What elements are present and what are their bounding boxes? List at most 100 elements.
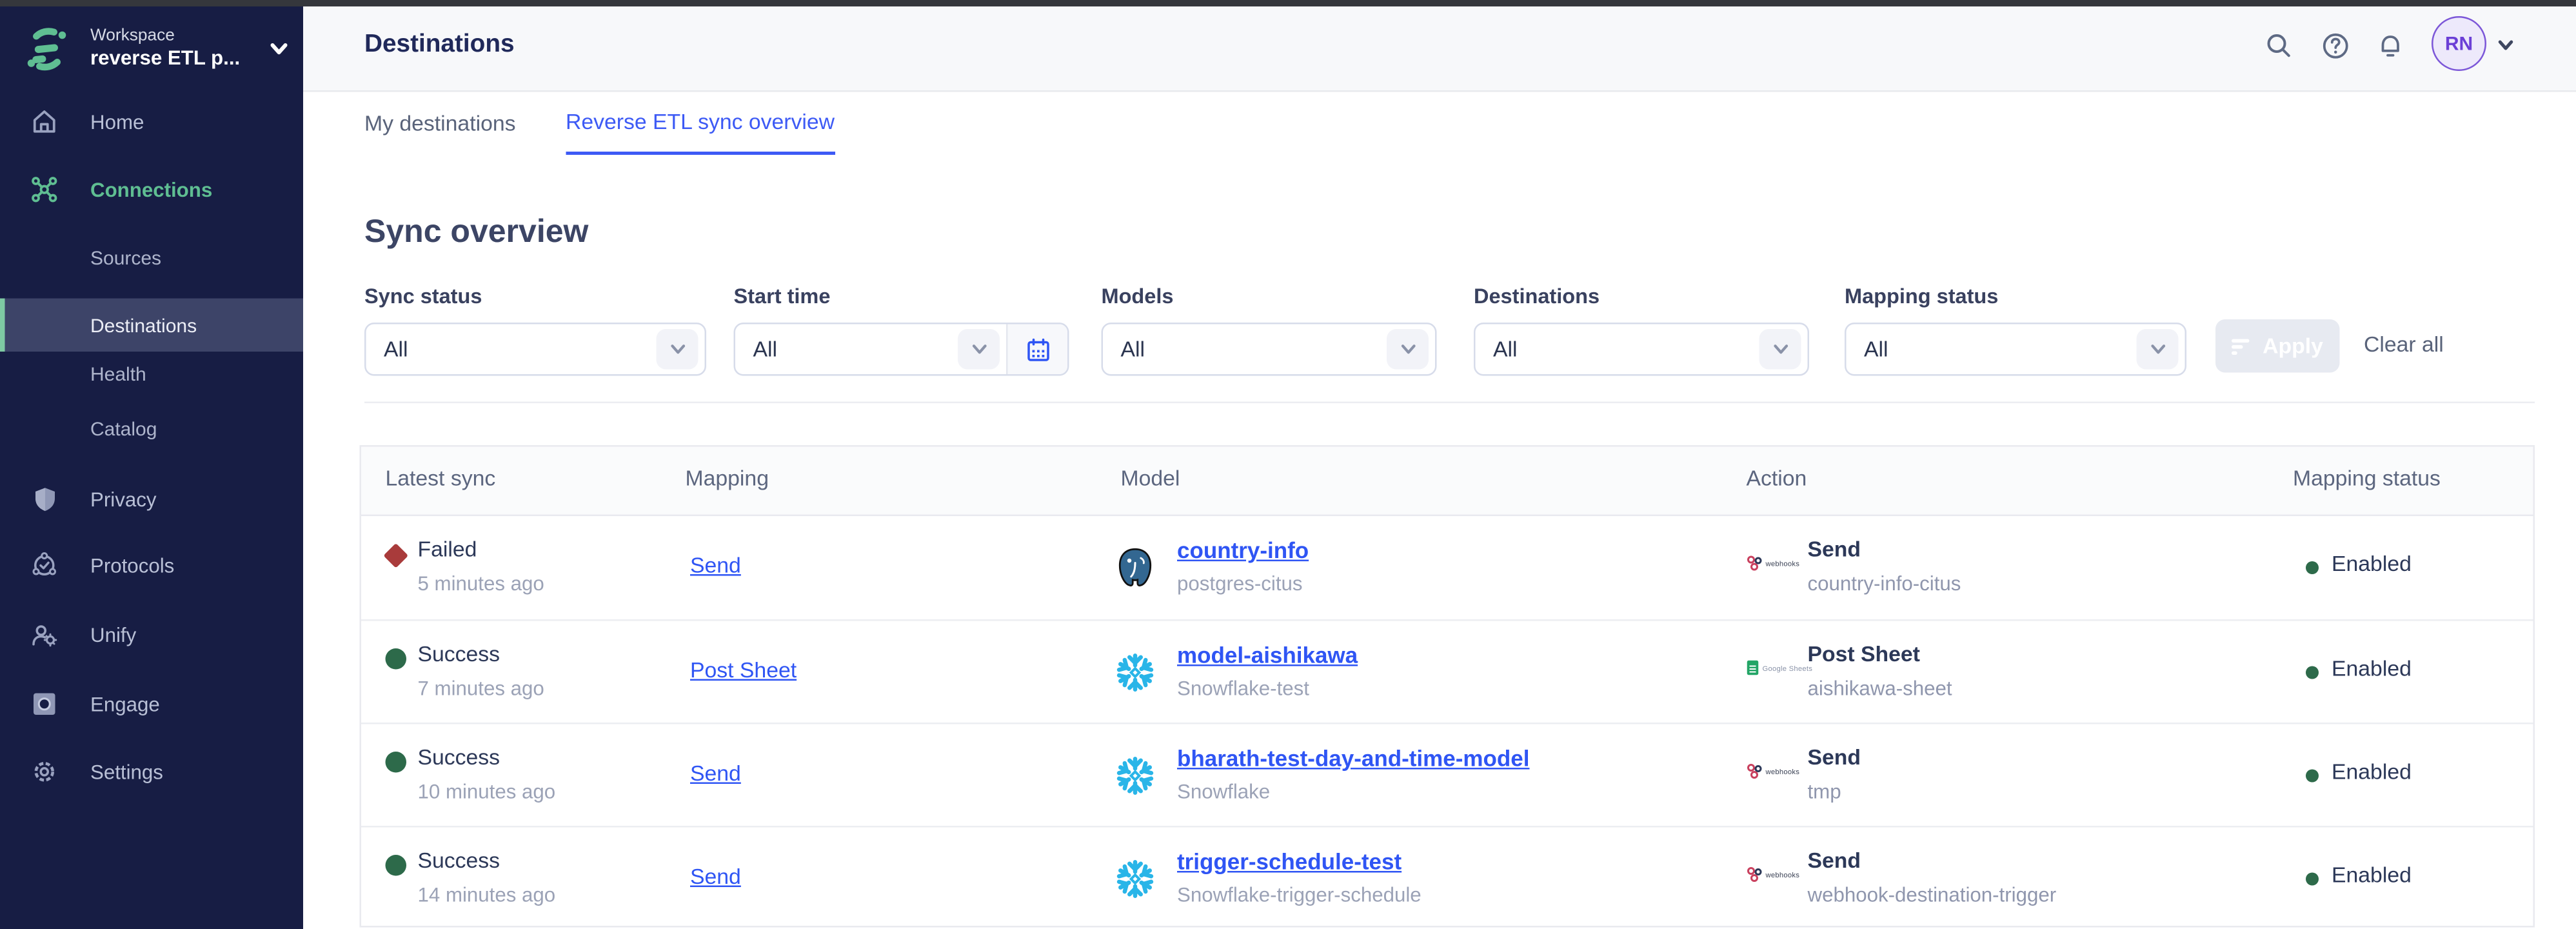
models-select[interactable]: All	[1102, 323, 1437, 376]
chevron-down-icon[interactable]	[2496, 35, 2515, 55]
mapping-link[interactable]: Send	[690, 554, 741, 578]
filter-models: Models All	[1102, 284, 1437, 376]
sidebar: Workspace reverse ETL p... Home	[0, 0, 303, 929]
sidebar-item-label: Privacy	[90, 488, 156, 510]
action-name: Post Sheet	[1808, 642, 1920, 666]
help-icon[interactable]	[2321, 31, 2352, 62]
enabled-dot-icon	[2306, 666, 2319, 679]
action-icon-caption: webhooks	[1766, 559, 1800, 567]
destinations-select[interactable]: All	[1474, 323, 1809, 376]
chevron-down-icon	[657, 329, 698, 370]
mapping-status-select[interactable]: All	[1845, 323, 2186, 376]
model-link[interactable]: country-info	[1177, 537, 1309, 563]
sidebar-item-privacy[interactable]: Privacy	[0, 473, 303, 526]
chevron-down-icon	[1387, 329, 1429, 370]
tab-reverse-etl-sync-overview[interactable]: Reverse ETL sync overview	[566, 92, 835, 155]
google-sheets-icon: Google Sheets	[1747, 660, 1813, 676]
unify-icon	[31, 621, 59, 649]
sidebar-item-label: Catalog	[90, 417, 157, 439]
search-icon[interactable]	[2264, 31, 2295, 62]
avatar-initials: RN	[2445, 32, 2473, 55]
sidebar-item-unify[interactable]: Unify	[0, 608, 303, 662]
chevron-down-icon	[268, 37, 290, 60]
snowflake-icon	[1115, 858, 1156, 900]
tab-bar: My destinations Reverse ETL sync overvie…	[364, 92, 835, 155]
calendar-icon	[1025, 336, 1051, 362]
snowflake-icon	[1115, 755, 1156, 797]
filter-label: Start time	[734, 284, 1069, 308]
sync-status: Success	[418, 848, 500, 873]
sidebar-item-destinations[interactable]: Destinations	[0, 299, 303, 352]
sidebar-item-connections[interactable]: Connections	[0, 163, 303, 217]
workspace-label: Workspace	[90, 26, 264, 47]
sidebar-item-engage[interactable]: Engage	[0, 677, 303, 731]
sidebar-item-home[interactable]: Home	[0, 95, 303, 149]
sidebar-item-label: Connections	[90, 178, 212, 201]
snowflake-icon	[1115, 652, 1156, 694]
sync-overview-table: Latest sync Mapping Model Action Mapping…	[360, 445, 2535, 928]
model-link[interactable]: bharath-test-day-and-time-model	[1177, 745, 1529, 771]
apply-label: Apply	[2263, 334, 2323, 359]
enabled-dot-icon	[2306, 873, 2319, 886]
sync-status: Failed	[418, 537, 477, 562]
sidebar-item-health[interactable]: Health	[0, 347, 303, 401]
mapping-status-value: Enabled	[2332, 657, 2412, 681]
sidebar-item-label: Sources	[90, 246, 161, 268]
action-destination: aishikawa-sheet	[1808, 677, 1952, 700]
calendar-button[interactable]	[1006, 325, 1067, 375]
app-root: Workspace reverse ETL p... Home	[0, 0, 2576, 929]
sidebar-item-label: Destinations	[90, 314, 197, 336]
workspace-switcher[interactable]: Workspace reverse ETL p...	[23, 16, 290, 81]
action-destination: webhook-destination-trigger	[1808, 884, 2057, 906]
failed-status-icon	[383, 543, 408, 568]
tab-my-destinations[interactable]: My destinations	[364, 92, 515, 155]
sidebar-item-catalog[interactable]: Catalog	[0, 402, 303, 455]
action-destination: country-info-citus	[1808, 573, 1961, 595]
sidebar-item-label: Home	[90, 110, 144, 133]
sync-time: 7 minutes ago	[418, 677, 544, 700]
avatar[interactable]: RN	[2432, 16, 2486, 71]
model-link[interactable]: model-aishikawa	[1177, 642, 1358, 668]
col-latest-sync: Latest sync	[386, 466, 496, 491]
mapping-link[interactable]: Send	[690, 864, 741, 889]
protocols-icon	[31, 552, 59, 579]
mapping-link[interactable]: Post Sheet	[690, 658, 797, 683]
apply-button[interactable]: Apply	[2215, 319, 2340, 373]
mapping-status-value: Enabled	[2332, 552, 2412, 576]
table-row: Success 10 minutes ago Send	[361, 723, 2533, 826]
sidebar-item-label: Protocols	[90, 554, 174, 577]
table-header: Latest sync Mapping Model Action Mapping…	[361, 447, 2533, 517]
col-mapping: Mapping	[686, 466, 769, 491]
sync-status-select[interactable]: All	[364, 323, 706, 376]
sync-time: 10 minutes ago	[418, 781, 556, 803]
success-status-icon	[386, 752, 407, 773]
select-value: All	[384, 337, 657, 362]
mapping-status-value: Enabled	[2332, 863, 2412, 888]
enabled-dot-icon	[2306, 770, 2319, 783]
bell-icon[interactable]	[2375, 31, 2406, 62]
table-row: Success 7 minutes ago Post Sheet	[361, 619, 2533, 723]
action-icon-caption: Google Sheets	[1763, 664, 1813, 672]
success-status-icon	[386, 648, 407, 670]
clear-all-link[interactable]: Clear all	[2364, 332, 2444, 357]
mapping-link[interactable]: Send	[690, 761, 741, 786]
filter-label: Mapping status	[1845, 284, 2186, 308]
page-title: Destinations	[364, 31, 515, 60]
sidebar-item-protocols[interactable]: Protocols	[0, 539, 303, 592]
section-heading: Sync overview	[364, 215, 588, 252]
sidebar-item-sources[interactable]: Sources	[0, 231, 303, 285]
model-source: postgres-citus	[1177, 573, 1303, 595]
model-link[interactable]: trigger-schedule-test	[1177, 848, 1402, 874]
filter-icon	[2232, 336, 2252, 355]
start-time-select[interactable]: All	[734, 323, 1069, 376]
filter-sync-status: Sync status All	[364, 284, 706, 376]
connections-icon	[31, 176, 59, 204]
sync-status: Success	[418, 745, 500, 770]
gear-icon	[31, 758, 59, 786]
sidebar-item-label: Unify	[90, 623, 136, 646]
action-name: Send	[1808, 745, 1861, 770]
sidebar-item-settings[interactable]: Settings	[0, 745, 303, 799]
sidebar-item-label: Engage	[90, 693, 160, 715]
filter-label: Sync status	[364, 284, 706, 308]
select-value: All	[1493, 337, 1759, 362]
